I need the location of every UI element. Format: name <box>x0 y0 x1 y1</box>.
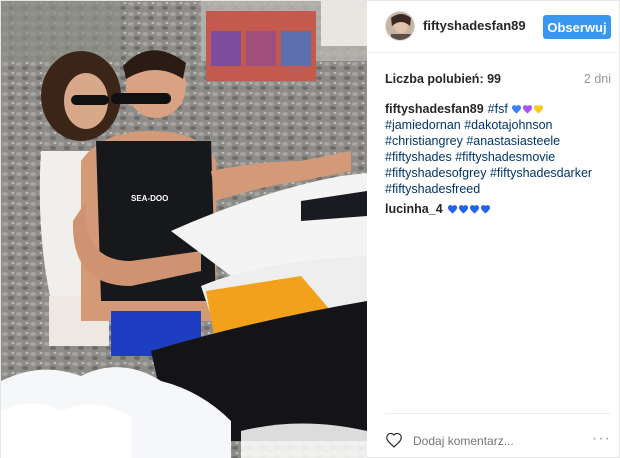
hashtag-link[interactable]: #fiftyshadesofgrey <box>385 166 486 180</box>
comment-emojis <box>447 202 491 216</box>
heart-emoji-icon <box>523 105 533 114</box>
heart-emoji-icon <box>469 205 479 214</box>
hashtag-link[interactable]: #dakotajohnson <box>464 118 552 132</box>
caption-username[interactable]: fiftyshadesfan89 <box>385 102 484 116</box>
avatar-image <box>386 12 414 40</box>
heart-emoji-icon <box>447 205 457 214</box>
more-options-icon[interactable]: ··· <box>592 430 611 448</box>
follow-button[interactable]: Obserwuj <box>543 15 611 39</box>
comment-item: lucinha_4 <box>385 201 611 217</box>
comments-list: fiftyshadesfan89 #fsf #jamiedornan #dakot… <box>385 101 611 221</box>
likes-row: Liczba polubień: 99 2 dni <box>385 72 611 86</box>
hashtag-link[interactable]: #fiftyshadesfreed <box>385 182 480 196</box>
heart-emoji-icon <box>534 105 544 114</box>
post-username-link[interactable]: fiftyshadesfan89 <box>423 18 526 33</box>
comment-username[interactable]: lucinha_4 <box>385 202 443 216</box>
hashtag-link[interactable]: #fiftyshadesdarker <box>490 166 592 180</box>
heart-icon[interactable] <box>385 432 403 448</box>
hashtag-link[interactable]: #fsf <box>488 102 508 116</box>
hashtag-link[interactable]: #jamiedornan <box>385 118 461 132</box>
instagram-post: SEA-DOO fiftyshadesfan89 Obserwuj Liczba… <box>0 0 620 458</box>
caption: fiftyshadesfan89 #fsf #jamiedornan #dakot… <box>385 101 611 197</box>
jet-ski-photo: SEA-DOO <box>1 1 367 458</box>
post-header: fiftyshadesfan89 Obserwuj <box>367 1 620 53</box>
hashtag-link[interactable]: #anastasiasteele <box>466 134 560 148</box>
svg-text:SEA-DOO: SEA-DOO <box>131 194 168 203</box>
caption-emojis <box>508 102 544 116</box>
add-comment-input[interactable] <box>413 434 573 448</box>
post-sidebar: fiftyshadesfan89 Obserwuj Liczba polubie… <box>367 1 620 458</box>
heart-emoji-icon <box>512 105 522 114</box>
heart-emoji-icon <box>480 205 490 214</box>
post-photo[interactable]: SEA-DOO <box>1 1 367 458</box>
heart-emoji-icon <box>458 205 468 214</box>
post-time[interactable]: 2 dni <box>584 72 611 86</box>
avatar[interactable] <box>385 11 415 41</box>
hashtag-link[interactable]: #christiangrey <box>385 134 463 148</box>
hashtag-link[interactable]: #fiftyshadesmovie <box>455 150 555 164</box>
likes-count[interactable]: Liczba polubień: 99 <box>385 72 501 86</box>
hashtag-link[interactable]: #fiftyshades <box>385 150 452 164</box>
post-actions: ··· <box>385 413 611 458</box>
